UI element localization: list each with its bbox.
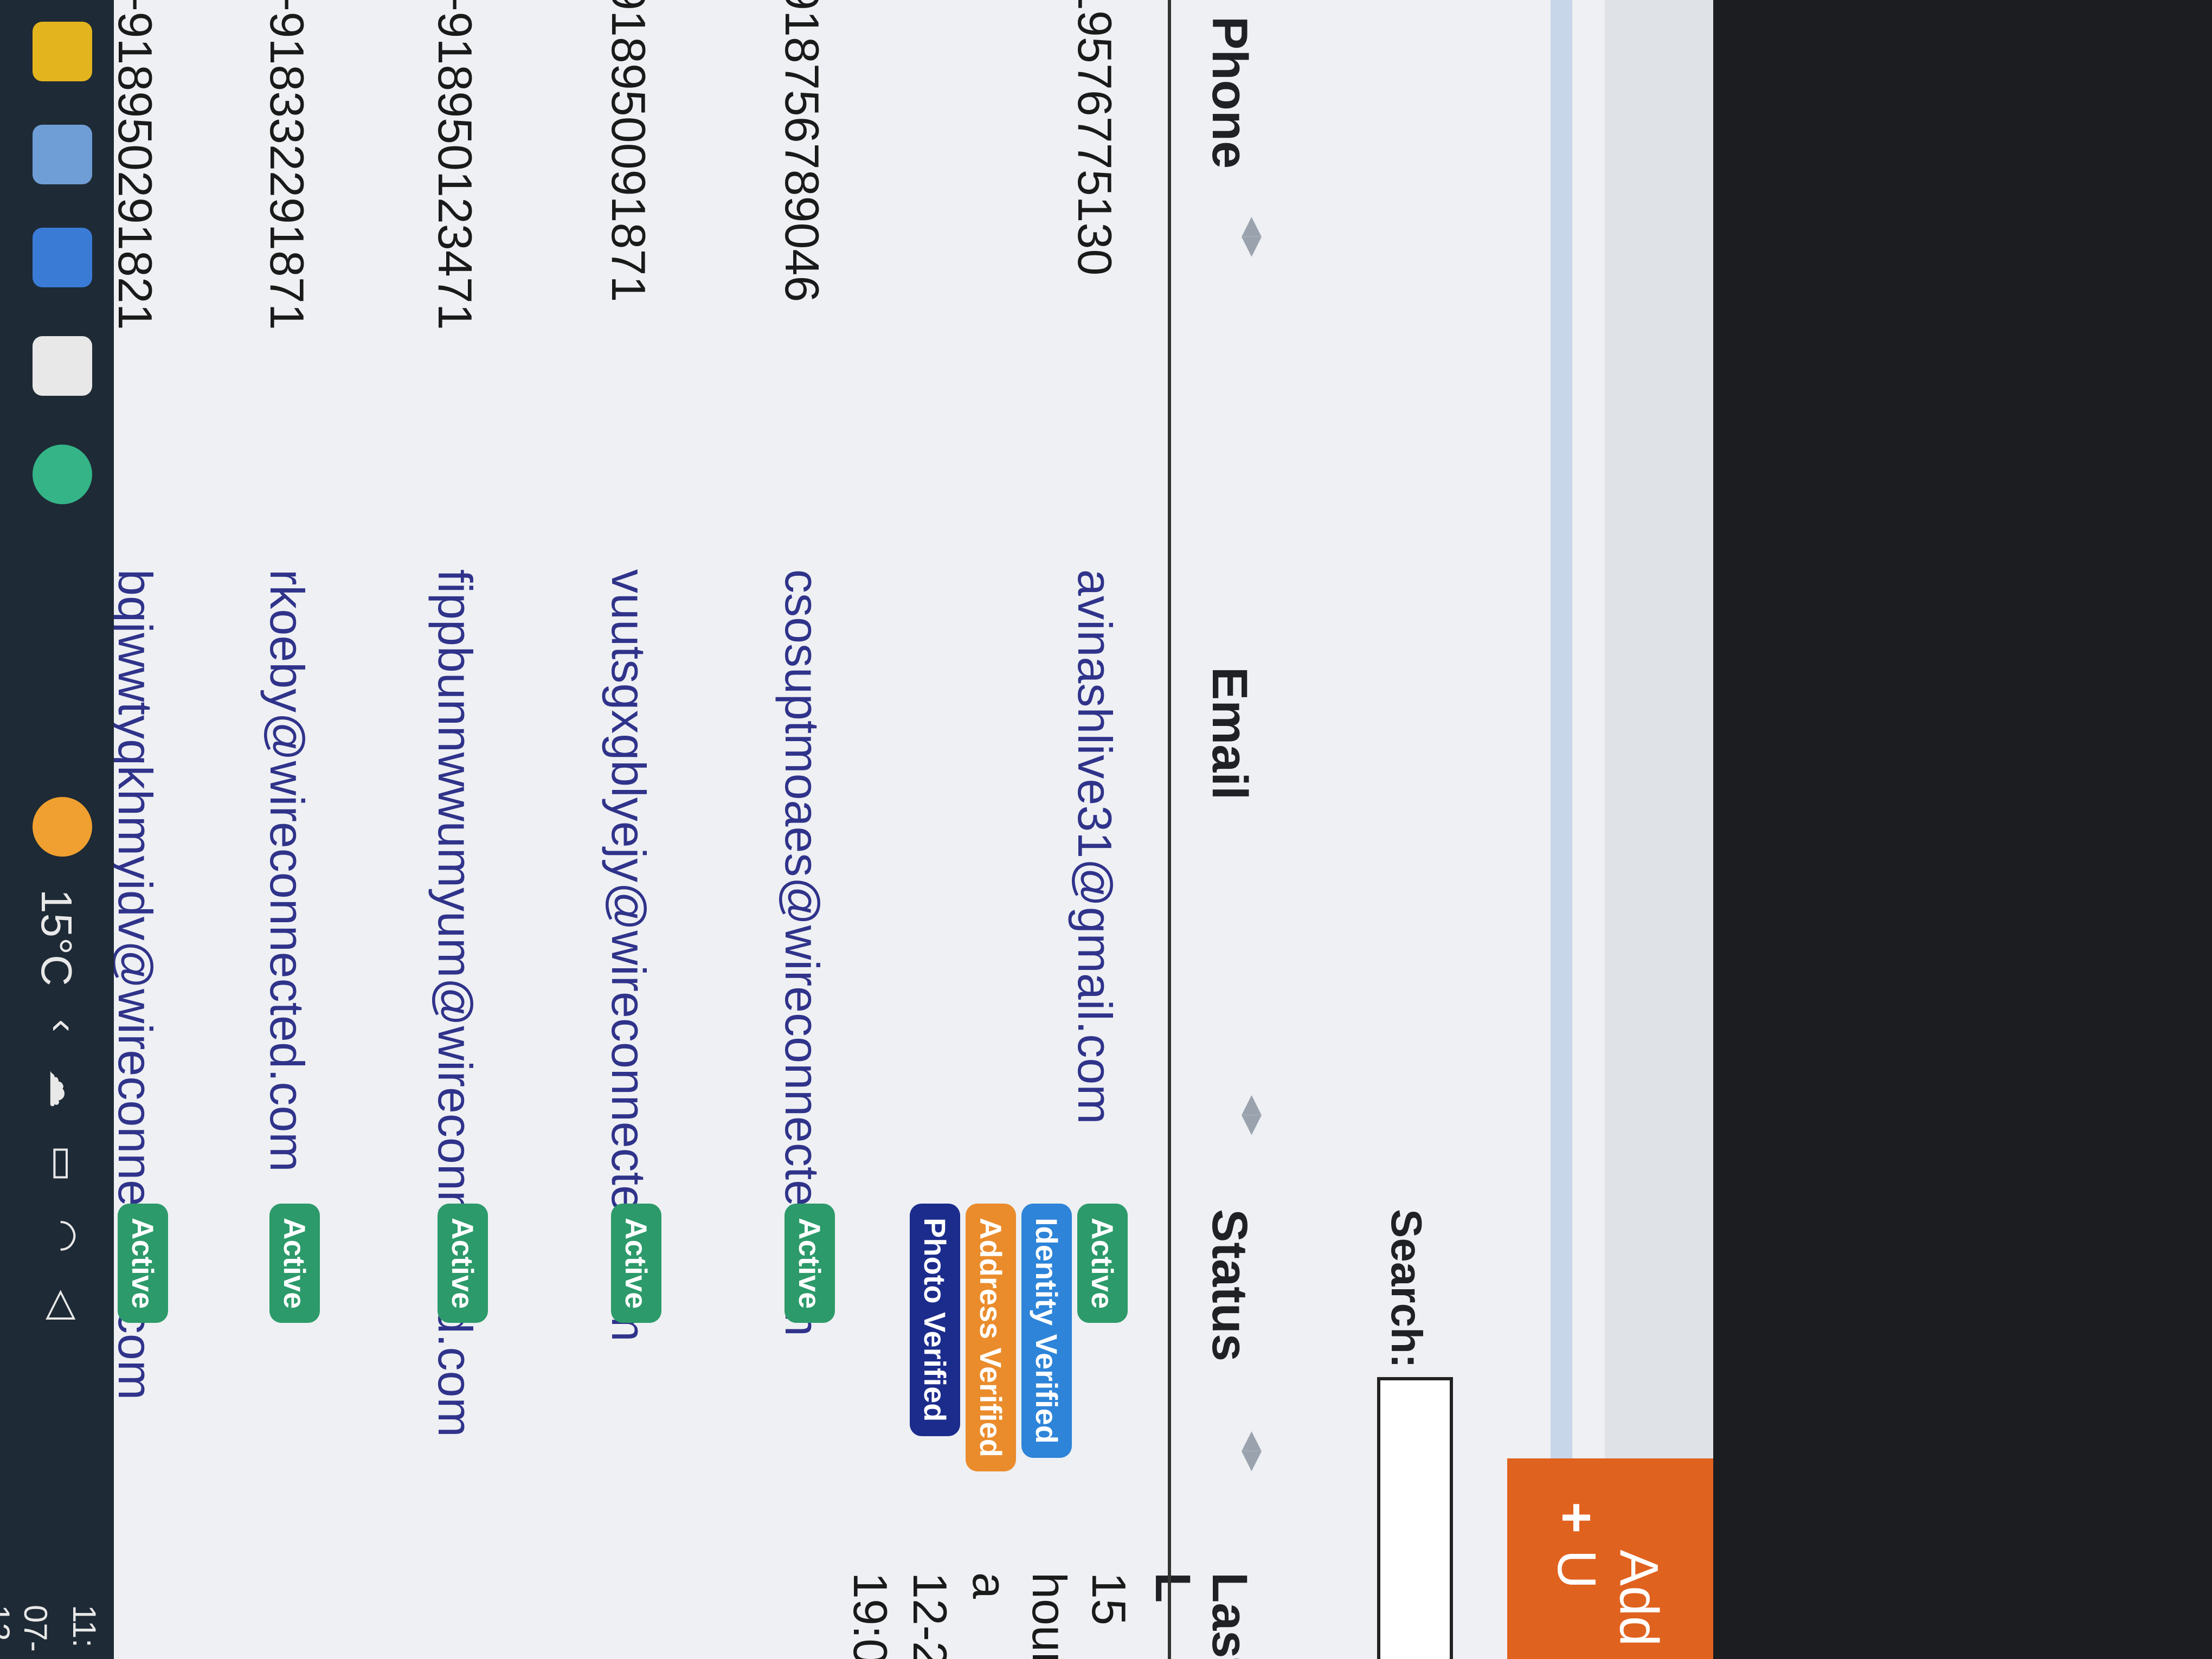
notepad-icon[interactable] bbox=[33, 336, 92, 396]
phone-cell: +918332291871 bbox=[260, 0, 314, 330]
weather-temperature[interactable]: 15°C bbox=[31, 889, 81, 986]
phone-cell: 19576775130 bbox=[1068, 0, 1122, 276]
header-divider bbox=[1168, 0, 1171, 1659]
phone-cell: +918950123471 bbox=[428, 0, 482, 330]
sort-icon[interactable]: ◀▶ bbox=[1238, 1095, 1269, 1135]
column-header-email[interactable]: Email bbox=[1201, 667, 1258, 800]
status-badges: Active bbox=[269, 1204, 320, 1323]
status-badge: Active bbox=[118, 1204, 168, 1323]
status-badges: Active bbox=[785, 1204, 835, 1323]
column-header-status[interactable]: Status bbox=[1201, 1209, 1258, 1361]
app-icon[interactable] bbox=[33, 445, 92, 504]
identity-verified-badge: Identity Verified bbox=[1021, 1204, 1072, 1458]
last-seen-time: 19:02: bbox=[844, 1572, 897, 1659]
taskbar: 15°C ‹ ☁ ▭ ◠ ◁ 11: 07-12- bbox=[0, 0, 114, 1659]
status-badge: Active bbox=[269, 1204, 320, 1323]
last-seen-date: 12-20 bbox=[903, 1572, 957, 1659]
clock-time[interactable]: 11: bbox=[66, 1605, 103, 1648]
status-badge: Active bbox=[438, 1204, 488, 1323]
address-verified-badge: Address Verified bbox=[966, 1204, 1016, 1471]
header-stripe bbox=[1551, 0, 1572, 1659]
photo-frame: + Add U Search: Phone ◀▶ Email ◀▶ Status… bbox=[0, 0, 2212, 1659]
status-badges: Active bbox=[611, 1204, 661, 1323]
status-badges: Active bbox=[438, 1204, 488, 1323]
email-cell[interactable]: rkoeby@wireconnected.com bbox=[259, 569, 314, 1172]
clock-date[interactable]: 07-12- bbox=[0, 1605, 54, 1659]
phone-cell: 918950091871 bbox=[602, 0, 655, 303]
add-user-label: Add U bbox=[1546, 1549, 1669, 1647]
column-header-phone[interactable]: Phone bbox=[1201, 16, 1258, 169]
file-explorer-icon[interactable] bbox=[33, 22, 92, 81]
status-badges: Active Identity Verified Address Verifie… bbox=[910, 1204, 1128, 1471]
search-input[interactable] bbox=[1377, 1377, 1453, 1659]
status-badge: Active bbox=[785, 1204, 835, 1323]
status-badges: Active bbox=[118, 1204, 168, 1323]
system-tray[interactable]: ‹ ☁ ▭ ◠ ◁ bbox=[41, 1019, 87, 1333]
last-seen-relative: 15 hours a bbox=[963, 1572, 1136, 1659]
vscode-icon[interactable] bbox=[33, 228, 92, 287]
monitor-screen: + Add U Search: Phone ◀▶ Email ◀▶ Status… bbox=[0, 0, 1713, 1659]
plus-icon: + bbox=[1546, 1502, 1607, 1534]
column-header-last-seen[interactable]: Last L bbox=[1144, 1572, 1258, 1659]
edge-icon[interactable] bbox=[33, 125, 92, 184]
add-user-button[interactable]: + Add U bbox=[1507, 1458, 1713, 1659]
top-bar bbox=[1605, 0, 1713, 1659]
email-cell[interactable]: avinashlive31@gmail.com bbox=[1067, 569, 1122, 1124]
sort-icon[interactable]: ◀▶ bbox=[1238, 217, 1269, 257]
status-badge: Active bbox=[1077, 1204, 1128, 1323]
status-badge: Active bbox=[611, 1204, 661, 1323]
photo-verified-badge: Photo Verified bbox=[910, 1204, 960, 1436]
phone-cell: +918950291821 bbox=[108, 0, 162, 330]
search-label: Search: bbox=[1382, 1209, 1431, 1368]
phone-cell: 918756789046 bbox=[775, 0, 829, 303]
weather-icon[interactable] bbox=[33, 797, 92, 857]
last-seen-cell: 15 hours a 12-20 19:02: bbox=[840, 1572, 1139, 1659]
sort-icon[interactable]: ◀▶ bbox=[1238, 1431, 1269, 1471]
